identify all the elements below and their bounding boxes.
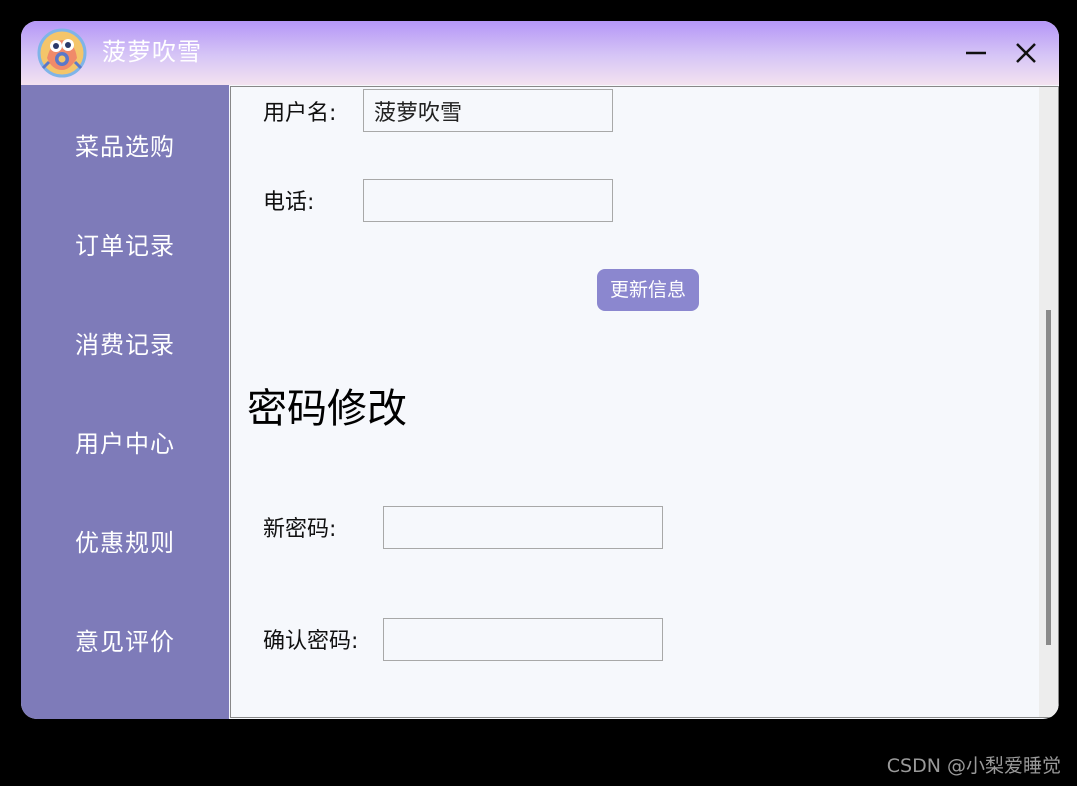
sidebar-item-order-records[interactable]: 订单记录 bbox=[21, 216, 229, 276]
confirm-password-field[interactable] bbox=[383, 618, 663, 661]
username-field[interactable] bbox=[363, 89, 613, 132]
minimize-button[interactable] bbox=[960, 37, 992, 69]
phone-field[interactable] bbox=[363, 179, 613, 222]
close-icon bbox=[1016, 43, 1036, 63]
new-password-label: 新密码: bbox=[263, 517, 337, 542]
sidebar-item-feedback[interactable]: 意见评价 bbox=[21, 612, 229, 672]
new-password-field[interactable] bbox=[383, 506, 663, 549]
close-button[interactable] bbox=[1010, 37, 1042, 69]
password-section-title: 密码修改 bbox=[247, 386, 407, 432]
confirm-password-label: 确认密码: bbox=[263, 629, 359, 654]
sidebar-item-discount-rules[interactable]: 优惠规则 bbox=[21, 513, 229, 573]
minimize-icon bbox=[966, 51, 986, 55]
scrollbar-thumb[interactable] bbox=[1046, 310, 1051, 645]
update-info-button[interactable]: 更新信息 bbox=[597, 269, 699, 311]
user-center-panel: 用户名: 电话: 更新信息 密码修改 新密码: 确认密码: bbox=[230, 86, 1059, 718]
app-window: 菠萝吹雪 菜品选购 订单记录 消费记录 用户中心 优惠规则 意见评价 用户名: … bbox=[21, 21, 1059, 719]
sidebar: 菜品选购 订单记录 消费记录 用户中心 优惠规则 意见评价 bbox=[21, 85, 229, 719]
title-bar[interactable]: 菠萝吹雪 bbox=[21, 21, 1059, 85]
sidebar-item-spending-records[interactable]: 消费记录 bbox=[21, 315, 229, 375]
vertical-scrollbar[interactable] bbox=[1039, 87, 1058, 717]
phone-label: 电话: bbox=[263, 190, 315, 215]
username-label: 用户名: bbox=[263, 101, 337, 126]
app-title: 菠萝吹雪 bbox=[102, 38, 202, 66]
app-logo-icon bbox=[37, 28, 87, 78]
sidebar-item-user-center[interactable]: 用户中心 bbox=[21, 414, 229, 474]
sidebar-item-dish-shopping[interactable]: 菜品选购 bbox=[21, 117, 229, 177]
watermark: CSDN @小梨爱睡觉 bbox=[886, 755, 1061, 777]
